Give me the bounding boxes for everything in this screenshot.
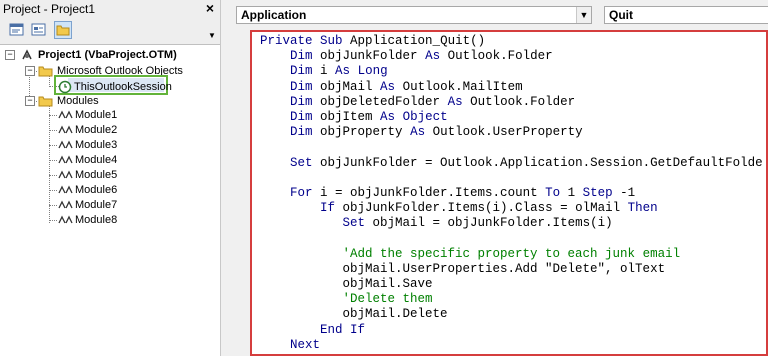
module-label: Module7 (75, 199, 118, 211)
tree-node-this-outlook-session[interactable]: ThisOutlookSession (0, 80, 220, 94)
tree-node-module[interactable]: Module8 (0, 213, 220, 227)
project-explorer: Project - Project1 × ▼ − Project1 (VbaPr… (0, 0, 221, 356)
code-line[interactable]: Dim objItem As Object (260, 110, 763, 125)
tree-node-module[interactable]: Module1 (0, 108, 220, 122)
module-label: Module1 (75, 109, 118, 121)
code-text[interactable]: Private Sub Application_Quit() Dim objJu… (260, 34, 763, 353)
procedure-combo-value: Quit (609, 8, 633, 22)
code-line[interactable]: objMail.UserProperties.Add "Delete", olT… (260, 262, 763, 277)
tree-node-module[interactable]: Module2 (0, 123, 220, 137)
tree-node-module[interactable]: Module3 (0, 138, 220, 152)
chevron-down-icon[interactable]: ▼ (576, 7, 591, 23)
toggle-folders-button[interactable] (54, 21, 72, 39)
tree-node-modules[interactable]: − Modules (0, 94, 220, 108)
dropdown-arrow-icon[interactable]: ▼ (208, 32, 216, 40)
module-icon (58, 110, 73, 119)
module-label: Module8 (75, 214, 118, 226)
code-line[interactable]: 'Delete them (260, 292, 763, 307)
collapse-icon[interactable]: − (5, 50, 15, 60)
project-tree: − Project1 (VbaProject.OTM) − Microsoft … (0, 44, 220, 356)
module-icon (58, 215, 73, 224)
collapse-icon[interactable]: − (25, 96, 35, 106)
module-label: Module2 (75, 124, 118, 136)
view-code-button[interactable] (8, 21, 26, 39)
view-code-icon (9, 23, 24, 36)
view-object-icon (31, 23, 46, 36)
code-line[interactable]: 'Add the specific property to each junk … (260, 247, 763, 262)
collapse-icon[interactable]: − (25, 66, 35, 76)
code-line[interactable]: End If (260, 323, 763, 338)
tree-node-module[interactable]: Module7 (0, 198, 220, 212)
outlook-session-icon (58, 80, 72, 94)
code-line[interactable]: Dim objDeletedFolder As Outlook.Folder (260, 95, 763, 110)
code-line[interactable]: Dim objMail As Outlook.MailItem (260, 80, 763, 95)
procedure-combo[interactable]: Quit (604, 6, 768, 24)
modules-label: Modules (57, 95, 99, 107)
module-icon (58, 140, 73, 149)
module-label: Module5 (75, 169, 118, 181)
code-line[interactable]: Private Sub Application_Quit() (260, 34, 763, 49)
code-line[interactable] (260, 140, 763, 155)
vba-project-icon (22, 49, 32, 60)
code-line[interactable]: Set objMail = objJunkFolder.Items(i) (260, 216, 763, 231)
code-editor[interactable]: Private Sub Application_Quit() Dim objJu… (250, 30, 768, 356)
code-line[interactable]: objMail.Delete (260, 307, 763, 322)
object-combo-value: Application (241, 8, 307, 22)
project-pane-titlebar: Project - Project1 × (0, 0, 220, 19)
code-line[interactable] (260, 171, 763, 186)
project-pane-title: Project - Project1 (3, 2, 96, 16)
view-object-button[interactable] (30, 21, 48, 39)
module-icon (58, 200, 73, 209)
module-label: Module3 (75, 139, 118, 151)
code-line[interactable] (260, 231, 763, 246)
module-label: Module4 (75, 154, 118, 166)
folder-icon (38, 96, 53, 107)
module-icon (58, 125, 73, 134)
module-icon (58, 185, 73, 194)
folder-icon (56, 25, 70, 36)
project-toolbar: ▼ (0, 18, 220, 45)
close-icon[interactable]: × (203, 0, 217, 16)
module-label: Module6 (75, 184, 118, 196)
folder-icon (38, 66, 53, 77)
tree-node-module[interactable]: Module6 (0, 183, 220, 197)
object-combo[interactable]: Application ▼ (236, 6, 592, 24)
code-line[interactable]: Dim objProperty As Outlook.UserProperty (260, 125, 763, 140)
code-line[interactable]: Dim objJunkFolder As Outlook.Folder (260, 49, 763, 64)
code-margin (236, 30, 250, 356)
code-line[interactable]: If objJunkFolder.Items(i).Class = olMail… (260, 201, 763, 216)
code-line[interactable]: Set objJunkFolder = Outlook.Application.… (260, 156, 763, 171)
module-icon (58, 155, 73, 164)
tree-node-module[interactable]: Module4 (0, 153, 220, 167)
code-line[interactable]: Next (260, 338, 763, 353)
session-label: ThisOutlookSession (74, 81, 172, 93)
project-label: Project1 (VbaProject.OTM) (38, 49, 177, 61)
tree-node-module[interactable]: Module5 (0, 168, 220, 182)
tree-node-project[interactable]: − Project1 (VbaProject.OTM) (0, 48, 220, 62)
code-line[interactable]: For i = objJunkFolder.Items.count To 1 S… (260, 186, 763, 201)
code-line[interactable]: objMail.Save (260, 277, 763, 292)
module-icon (58, 170, 73, 179)
code-line[interactable]: Dim i As Long (260, 64, 763, 79)
